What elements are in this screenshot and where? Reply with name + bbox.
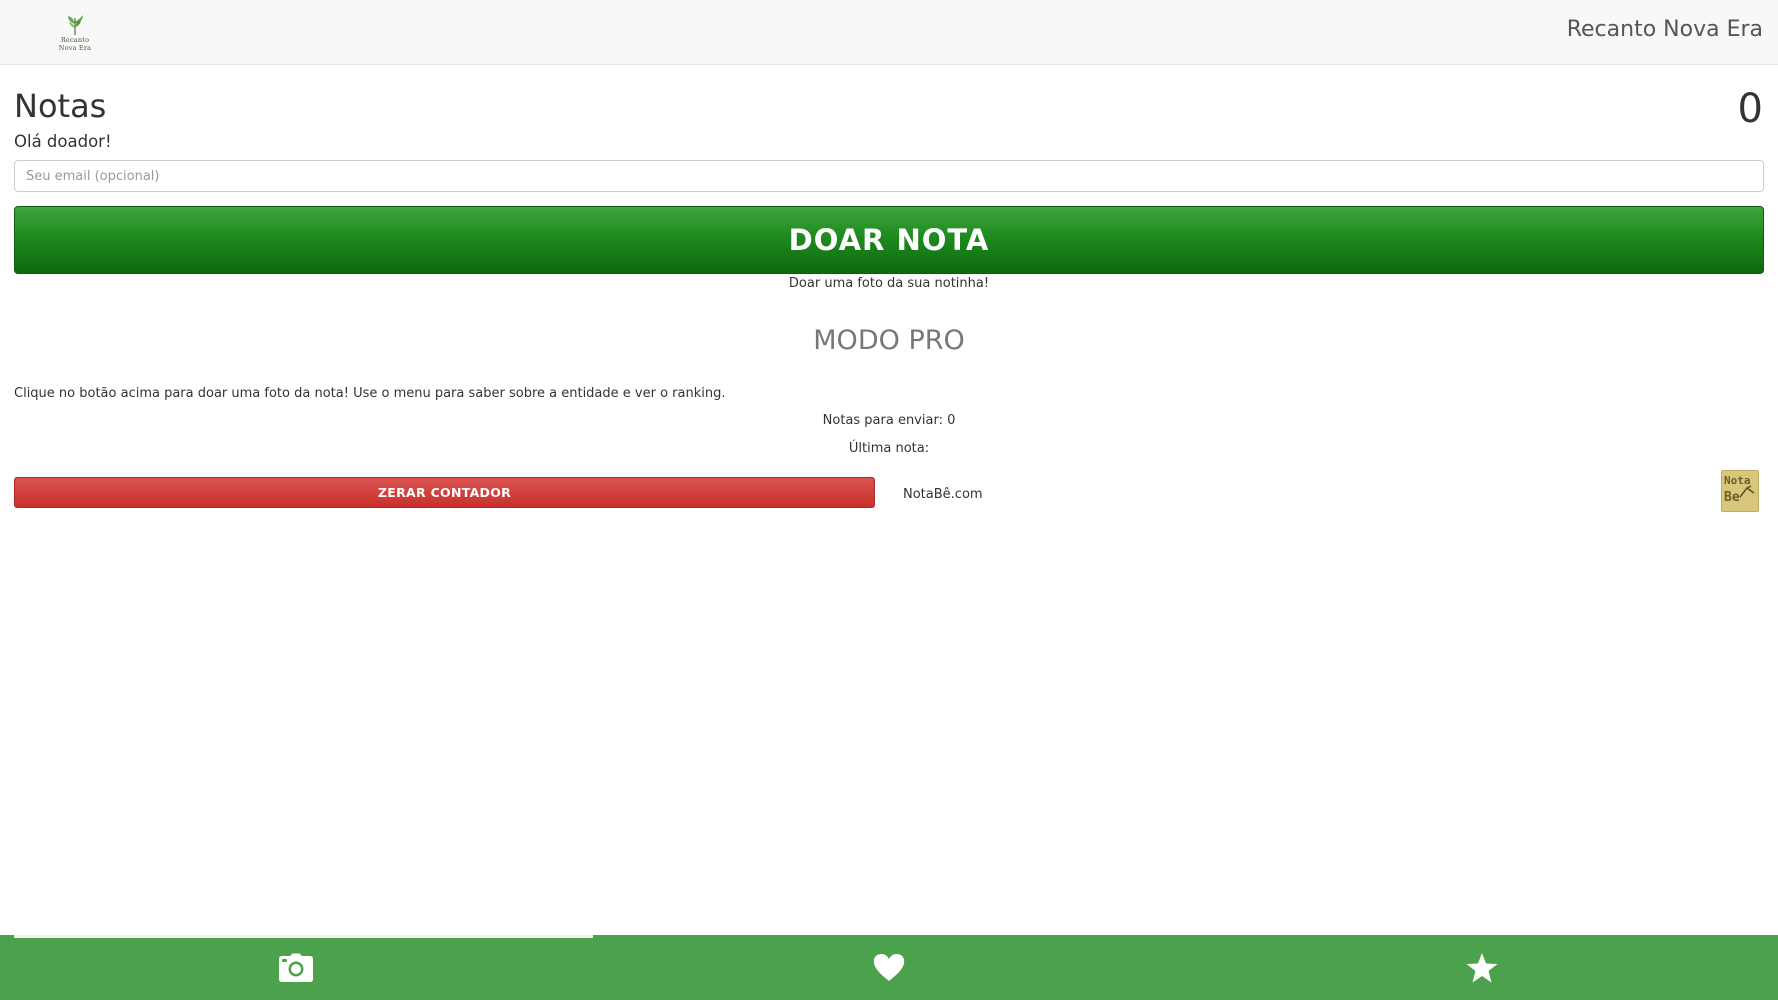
brand-title[interactable]: Recanto Nova Era <box>1567 16 1763 44</box>
bottom-navigation <box>0 935 1778 1000</box>
donate-hint-text: Doar uma foto da sua notinha! <box>788 276 990 291</box>
logo-text-line-2: Nova Era <box>58 44 92 52</box>
pro-mode-link[interactable]: MODO PRO <box>0 324 1778 358</box>
notes-counter: 0 <box>1737 86 1763 132</box>
logo-text-line-1: Recanto <box>60 36 90 44</box>
notabe-logo-text-2: Be <box>1724 490 1740 505</box>
reset-counter-button[interactable]: ZERAR CONTADOR <box>14 477 875 508</box>
nav-camera[interactable] <box>0 935 593 1000</box>
instructions-text: Clique no botão acima para doar uma foto… <box>14 386 726 401</box>
notabe-logo[interactable]: Nota Be <box>1721 470 1759 512</box>
top-navbar: Recanto Nova Era Recanto Nova Era <box>0 0 1778 65</box>
star-icon <box>1466 952 1498 982</box>
pending-notes-text: Notas para enviar: 0 <box>822 413 956 428</box>
donate-note-button[interactable]: DOAR NOTA <box>14 206 1764 274</box>
camera-icon <box>279 953 314 982</box>
heart-icon <box>873 953 905 981</box>
nav-about[interactable] <box>593 935 1186 1000</box>
page-title: Notas <box>14 87 107 125</box>
notabe-link[interactable]: NotaBê.com <box>903 487 983 503</box>
pen-mark-icon <box>1739 485 1755 498</box>
leaf-icon <box>68 15 83 36</box>
last-note-text: Última nota: <box>848 441 930 456</box>
email-input[interactable] <box>14 160 1764 192</box>
recanto-logo[interactable]: Recanto Nova Era <box>55 14 95 58</box>
greeting-text: Olá doador! <box>14 132 112 151</box>
nav-ranking[interactable] <box>1185 935 1778 1000</box>
